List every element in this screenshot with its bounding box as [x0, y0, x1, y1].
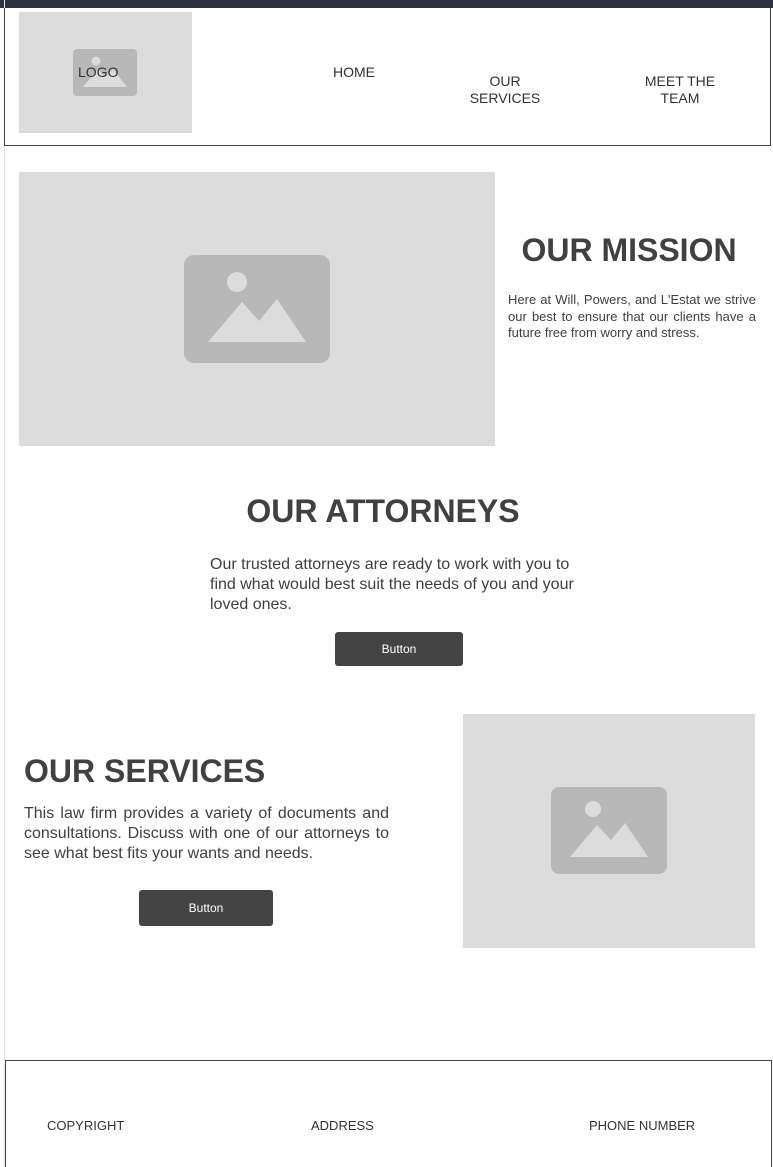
attorneys-button[interactable]: Button — [335, 632, 463, 666]
mission-title: OUR MISSION — [521, 232, 737, 268]
nav-our-services-label: OUR SERVICES — [469, 73, 541, 106]
footer-phone-number: PHONE NUMBER — [589, 1118, 696, 1133]
services-button[interactable]: Button — [139, 890, 273, 926]
logo-label: LOGO — [78, 64, 119, 80]
image-placeholder-icon — [551, 787, 667, 874]
page-edge-line — [4, 0, 5, 1167]
image-placeholder-icon — [184, 255, 330, 363]
nav-home-label: HOME — [333, 64, 375, 80]
top-bar — [0, 0, 773, 8]
footer-copyright: COPYRIGHT — [47, 1118, 125, 1133]
nav-meet-the-team-label: MEET THE TEAM — [644, 73, 716, 106]
nav-meet-the-team[interactable]: MEET THE TEAM — [630, 56, 730, 107]
services-text: This law firm provides a variety of docu… — [24, 805, 389, 862]
nav-home[interactable]: HOME — [323, 64, 385, 81]
footer-address: ADDRESS — [311, 1118, 374, 1133]
attorneys-title: OUR ATTORNEYS — [246, 493, 520, 529]
site-footer — [5, 1060, 772, 1167]
mission-image-placeholder — [19, 172, 495, 446]
attorneys-text: Our trusted attorneys are ready to work … — [210, 556, 574, 613]
nav-our-services[interactable]: OUR SERVICES — [460, 56, 550, 107]
mission-text: Here at Will, Powers, and L'Estat we str… — [508, 292, 756, 340]
services-title: OUR SERVICES — [24, 753, 266, 789]
services-image-placeholder — [463, 714, 755, 948]
